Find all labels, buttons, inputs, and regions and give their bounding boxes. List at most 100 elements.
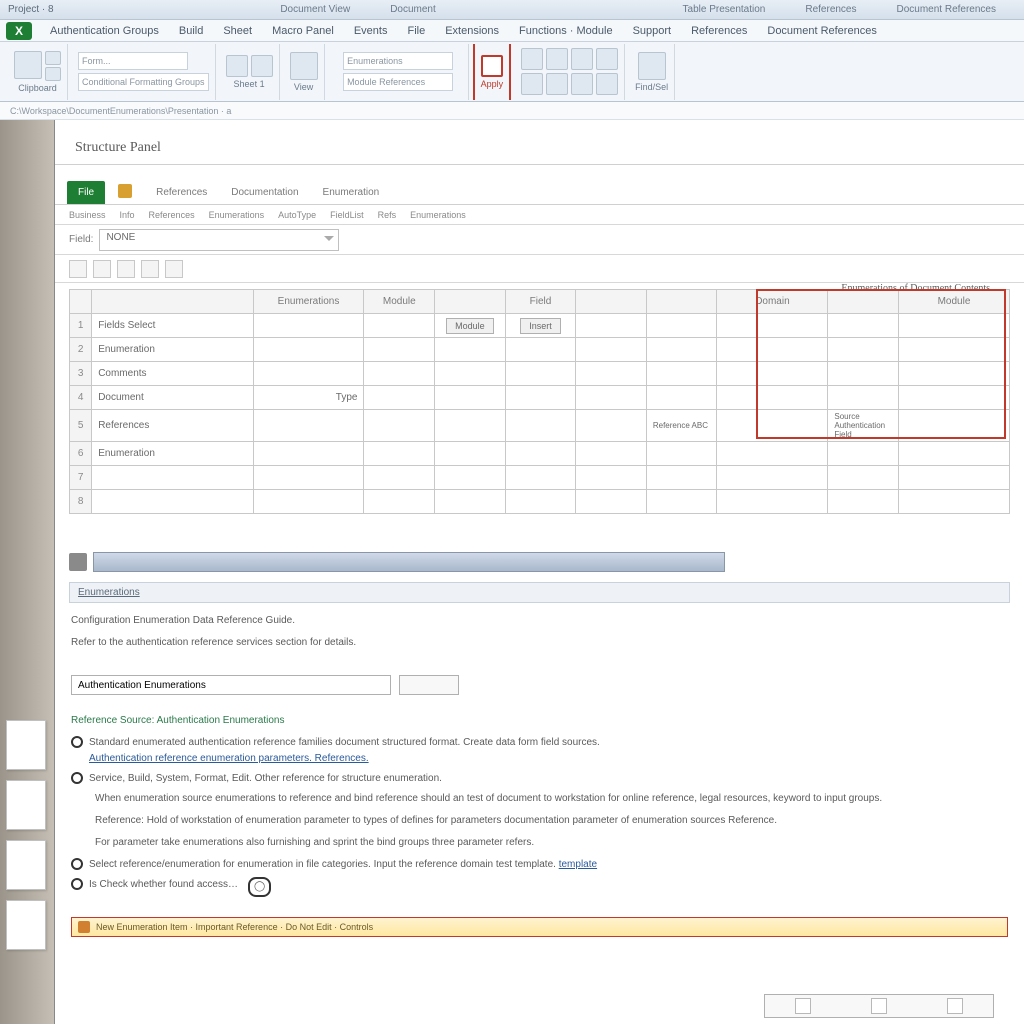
ellipsis-icon[interactable]: ◯ (248, 877, 271, 897)
splitter-bar[interactable] (69, 550, 1010, 574)
subtab-0[interactable]: Business (69, 210, 106, 220)
cell-btn-module[interactable]: Module (446, 318, 494, 334)
splitter-track[interactable] (93, 552, 725, 572)
menu-doc-refs[interactable]: Document References (757, 23, 886, 39)
th-domain[interactable]: Domain (717, 290, 828, 314)
th-field[interactable]: Field (505, 290, 576, 314)
table-row[interactable]: 4DocumentType (70, 386, 1010, 410)
menu-references[interactable]: References (681, 23, 757, 39)
ribbon-tools-group (515, 44, 625, 100)
page-thumb-2[interactable] (6, 780, 46, 830)
table-row[interactable]: 2Enumeration (70, 338, 1010, 362)
link-1[interactable]: Authentication reference enumeration par… (89, 753, 369, 764)
tool-icon-4[interactable] (596, 48, 618, 70)
radio-icon[interactable] (71, 736, 83, 748)
ribbon-accent-label: Apply (481, 79, 504, 89)
accent-icon[interactable] (481, 55, 503, 77)
subtab-8[interactable]: Refs (378, 210, 397, 220)
paste-icon[interactable] (14, 51, 42, 79)
subtab-7[interactable]: FieldList (330, 210, 364, 220)
menu-file[interactable]: File (397, 23, 435, 39)
ribbon-form-selector[interactable]: Form... (78, 52, 188, 70)
cut-icon[interactable] (45, 51, 61, 65)
table-row[interactable]: 7 (70, 466, 1010, 490)
fx-selector[interactable]: NONE (99, 229, 339, 251)
radio-option-2[interactable]: Service, Build, System, Format, Edit. Ot… (71, 771, 1008, 787)
tool-icon-1[interactable] (521, 48, 543, 70)
sheet-icon-1[interactable] (226, 55, 248, 77)
radio-option-1[interactable]: Standard enumerated authentication refer… (71, 735, 1008, 767)
pager-prev-button[interactable] (795, 998, 811, 1014)
menu-auth-groups[interactable]: Authentication Groups (40, 23, 169, 39)
menu-macro[interactable]: Macro Panel (262, 23, 344, 39)
tool-icon-3[interactable] (571, 48, 593, 70)
ribbon-view-label: View (294, 82, 313, 92)
subtab-10[interactable]: Enumerations (410, 210, 466, 220)
tab-file[interactable]: File (67, 181, 105, 204)
tab-enumeration[interactable]: Enumeration (312, 181, 391, 204)
menu-functions[interactable]: Functions · Module (509, 23, 623, 39)
tool-icon-5[interactable] (521, 73, 543, 95)
find-icon[interactable] (638, 52, 666, 80)
subtab-2[interactable]: Info (120, 210, 135, 220)
tab-references[interactable]: References (145, 181, 218, 204)
mode-dropdown[interactable] (399, 675, 459, 695)
menu-support[interactable]: Support (623, 23, 682, 39)
table-row[interactable]: 8 (70, 490, 1010, 514)
tab-documentation[interactable]: Documentation (220, 181, 309, 204)
tool-icon-2[interactable] (546, 48, 568, 70)
ribbon-enum-2[interactable]: Module References (343, 73, 453, 91)
table-row[interactable]: 3Comments (70, 362, 1010, 386)
menu-sheet[interactable]: Sheet (213, 23, 262, 39)
menu-extensions[interactable]: Extensions (435, 23, 509, 39)
footer-pager (764, 994, 994, 1018)
ribbon-enum-1[interactable]: Enumerations (343, 52, 453, 70)
cell-btn-insert[interactable]: Insert (520, 318, 561, 334)
mini-icon-3[interactable] (117, 260, 135, 278)
radio-icon[interactable] (71, 878, 83, 890)
radio-icon[interactable] (71, 772, 83, 784)
section-header[interactable]: Enumerations (69, 582, 1010, 603)
formula-bar: Field: NONE (55, 225, 1024, 255)
menu-build[interactable]: Build (169, 23, 213, 39)
th-enum[interactable]: Enumerations (253, 290, 364, 314)
view-icon[interactable] (290, 52, 318, 80)
ribbon-cond-format[interactable]: Conditional Formatting Groups (78, 73, 209, 91)
sheet-icon-2[interactable] (251, 55, 273, 77)
table-row[interactable]: 1 Fields Select Module Insert (70, 314, 1010, 338)
menu-events[interactable]: Events (344, 23, 398, 39)
mini-icon-2[interactable] (93, 260, 111, 278)
radio-option-4[interactable]: Is Check whether found access…◯ (71, 877, 1008, 897)
app-logo-icon[interactable]: X (6, 22, 32, 40)
subtab-4[interactable]: Enumerations (209, 210, 265, 220)
content-wrap: Structure Panel File References Document… (0, 120, 1024, 1024)
table-wrap: Enumerations of Document Contents Enumer… (55, 283, 1024, 514)
para-1: Configuration Enumeration Data Reference… (71, 613, 1008, 629)
cell-name-1[interactable]: Fields Select (92, 314, 253, 338)
page-thumb-4[interactable] (6, 900, 46, 950)
table-row[interactable]: 6Enumeration (70, 442, 1010, 466)
splitter-handle-icon[interactable] (69, 553, 87, 571)
page-thumb-3[interactable] (6, 840, 46, 890)
tab-icon-folder[interactable] (107, 178, 143, 204)
table-row[interactable]: 5ReferencesReference ABCSource Authentic… (70, 410, 1010, 442)
radio-option-3[interactable]: Select reference/enumeration for enumera… (71, 857, 1008, 873)
mini-icon-1[interactable] (69, 260, 87, 278)
subtab-5[interactable]: AutoType (278, 210, 316, 220)
tool-icon-7[interactable] (571, 73, 593, 95)
th-module[interactable]: Module (364, 290, 435, 314)
tool-icon-6[interactable] (546, 73, 568, 95)
pager-next-button[interactable] (947, 998, 963, 1014)
inner-subtabs: Business Info References Enumerations Au… (55, 205, 1024, 225)
ref-source-input[interactable] (71, 675, 391, 695)
link-template[interactable]: template (559, 859, 597, 870)
page-thumb-1[interactable] (6, 720, 46, 770)
tool-icon-8[interactable] (596, 73, 618, 95)
pager-mid-button[interactable] (871, 998, 887, 1014)
copy-icon[interactable] (45, 67, 61, 81)
mini-icon-5[interactable] (165, 260, 183, 278)
radio-icon[interactable] (71, 858, 83, 870)
mini-icon-4[interactable] (141, 260, 159, 278)
subtab-3[interactable]: References (149, 210, 195, 220)
warning-icon (78, 921, 90, 933)
